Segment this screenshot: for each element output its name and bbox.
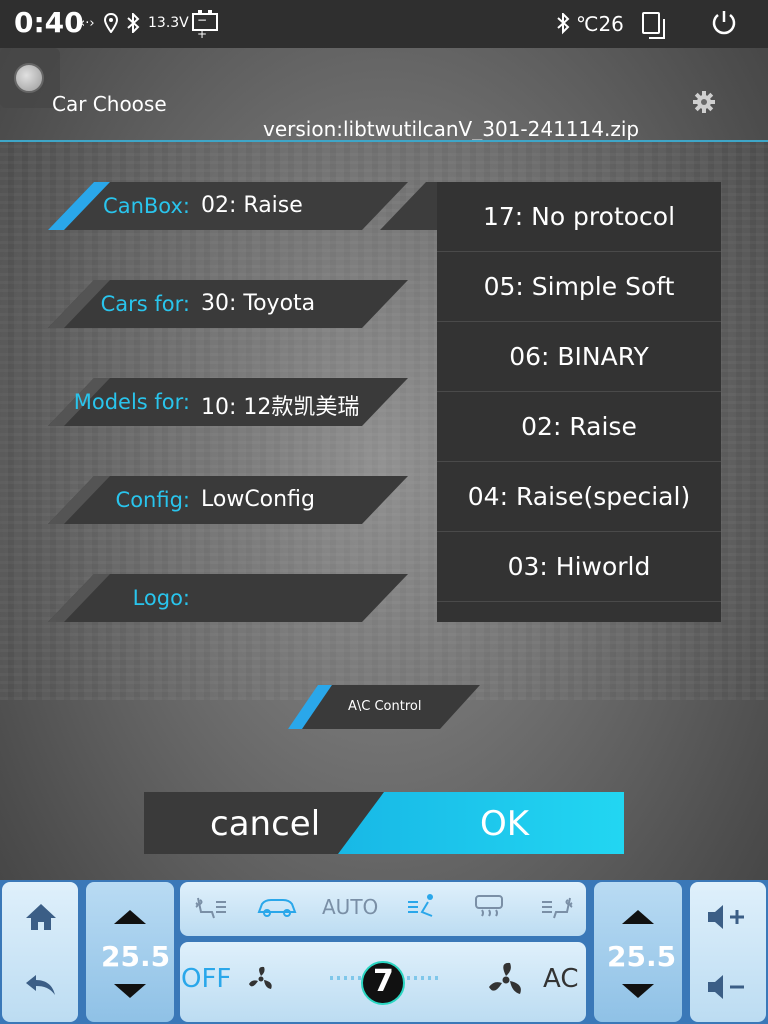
floating-assistive-button[interactable] [0,48,60,108]
page-title: Car Choose [52,92,167,116]
cars-for-label: Cars for: [100,292,190,316]
cars-for-row[interactable]: Cars for: 30: Toyota [48,280,408,328]
models-for-row[interactable]: Models for: 10: 12款凯美瑞 [48,378,408,426]
ac-control-button[interactable]: A\C Control [288,685,480,729]
header-divider [0,140,768,142]
cars-for-value: 30: Toyota [201,291,316,316]
models-for-label: Models for: [73,390,190,414]
rear-defrost-icon[interactable] [474,894,504,918]
list-item[interactable]: 05: Simple Soft [437,252,721,322]
auto-button[interactable]: AUTO [322,895,378,919]
list-item[interactable]: 02: Raise [437,392,721,462]
volume-down-icon[interactable] [706,972,748,1002]
canbox-row[interactable]: CanBox: 02: Raise [48,182,408,230]
car-recirculation-icon[interactable] [256,894,298,920]
config-label: Config: [115,488,190,512]
left-temp-down-icon[interactable] [114,984,146,998]
list-item[interactable]: 04: Raise(special) [437,462,721,532]
status-bar: 0:40 ‹·› 13.3V − + ℃26 [0,0,768,48]
off-button[interactable]: OFF [181,964,231,994]
bluetooth-connected-icon [557,13,570,35]
ac-button[interactable]: AC [543,964,578,994]
left-temp-up-icon[interactable] [114,910,146,924]
airflow-face-icon[interactable] [406,892,440,922]
fan-small-icon[interactable] [246,964,276,994]
config-value: LowConfig [201,487,315,512]
battery-icon: − + [192,10,218,41]
gear-icon[interactable] [692,90,716,114]
home-icon[interactable] [24,902,58,932]
data-transfer-icon: ‹·› [80,16,95,31]
list-item[interactable]: 03: Hiworld [437,532,721,602]
bluetooth-icon [127,13,140,33]
climate-mode-panel [180,882,586,936]
climate-bar: 25.5 AUTO OFF 7 AC 25.5 [0,880,768,1024]
ok-label: OK [480,804,530,844]
status-time: 0:40 [14,6,84,39]
location-icon [104,13,118,33]
canbox-value: 02: Raise [201,193,303,218]
right-temp-up-icon[interactable] [622,910,654,924]
canbox-options-list[interactable]: 17: No protocol 05: Simple Soft 06: BINA… [437,182,721,622]
screen-copy-icon[interactable] [642,12,665,39]
canbox-label: CanBox: [103,194,190,218]
status-temperature: ℃26 [576,12,624,36]
power-icon[interactable] [710,9,738,37]
seat-heat-right-icon[interactable] [540,894,576,920]
back-icon[interactable] [24,972,58,998]
volume-up-icon[interactable] [706,902,748,932]
logo-label: Logo: [132,586,190,610]
right-temp-value: 25.5 [607,940,677,973]
models-for-value: 10: 12款凯美瑞 [201,395,360,420]
logo-row[interactable]: Logo: [48,574,408,622]
right-temp-down-icon[interactable] [622,984,654,998]
fan-large-icon[interactable] [486,960,526,1000]
config-row[interactable]: Config: LowConfig [48,476,408,524]
list-item[interactable]: 06: BINARY [437,322,721,392]
fan-level-value: 7 [373,964,394,999]
version-text: version:libtwutilcanV_301-241114.zip [263,117,640,141]
cancel-label: cancel [210,804,321,844]
seat-heat-left-icon[interactable] [192,894,228,920]
list-item[interactable]: 17: No protocol [437,182,721,252]
status-voltage: 13.3V [148,15,189,31]
left-temp-value: 25.5 [101,940,171,973]
ok-button[interactable]: OK [338,792,624,854]
ac-control-label: A\C Control [348,699,422,714]
